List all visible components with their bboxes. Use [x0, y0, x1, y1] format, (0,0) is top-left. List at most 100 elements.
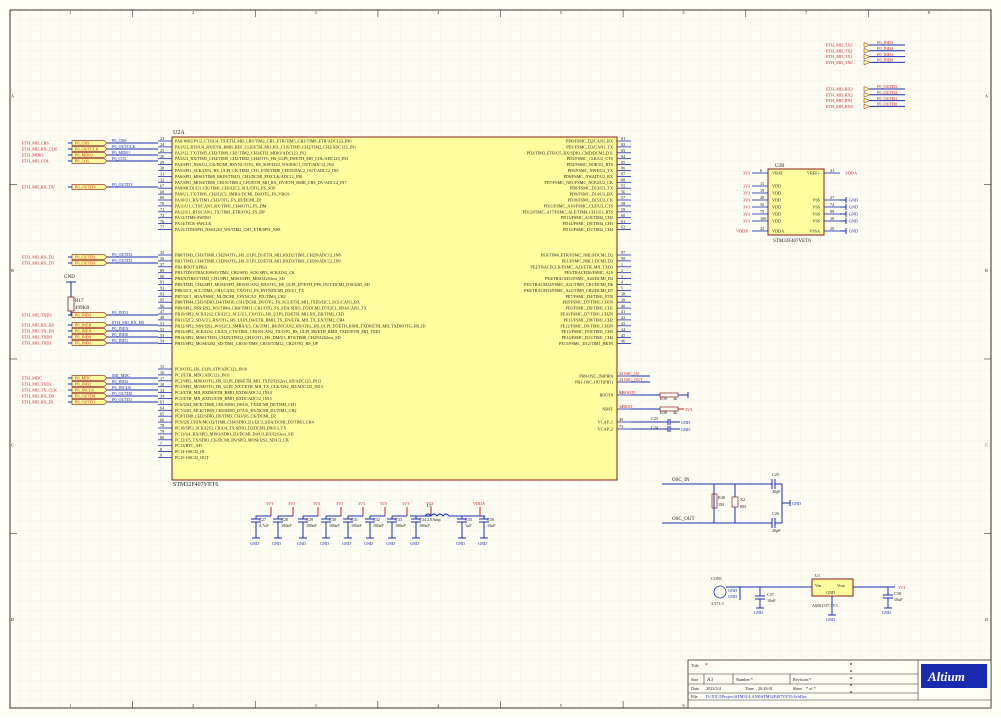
mcu-pin-label: PD1/FSMC_D3/CAN1_TX	[566, 144, 613, 149]
x2-value: 8M	[740, 504, 746, 509]
r40-value: 1M	[718, 502, 724, 507]
mcu-pin-number: 79	[160, 429, 164, 434]
mcu-pin-label: PD6/FSMC_NWAIT/U2_RX	[563, 174, 613, 179]
mcu-pin-label: PB14/SPI2_MISO/TIM1_CH2N/TIM12_CH1/OTG_H…	[175, 335, 341, 340]
c24-ref: C24	[651, 425, 659, 430]
eth-net-label: ETH_MII_TXD2	[22, 382, 52, 387]
mcu-pin-number: 7	[160, 441, 162, 446]
cap-gnd: GND	[456, 541, 465, 546]
mcu-pin-number: 85	[621, 160, 625, 165]
ruler-row-right: D	[985, 617, 988, 622]
ruler-col-top: 5	[560, 10, 562, 15]
ruler-col-bottom: 2	[192, 703, 194, 708]
eth-net-label: ETH_MDC	[22, 376, 42, 381]
mcu-pin-label: PC13/RTC_AF1	[175, 443, 203, 448]
ctrl-net-label: BOOT0	[622, 390, 636, 395]
mcu-u2a[interactable]: U2A STM32F407VET6 23 PA0-WKUP/U2_CTS/U4_T…	[158, 130, 662, 488]
c25-ref: C25	[772, 472, 779, 477]
mcu-pin-label: PD13/FSMC_A18/TIM4_CH2	[561, 215, 613, 220]
file-label: File	[691, 694, 698, 699]
u2b-rail-label: GND	[849, 229, 858, 234]
eth-net-label: ETH_MII_TXD3	[22, 313, 52, 318]
mcu-pin-label: PD3/FSMC_CLK/U2_CTS	[567, 156, 614, 161]
u1-gnd: GND	[826, 590, 835, 595]
mcu-pin-label: PC9/I2S_CKIN/MCO2/TIM8_CH4/SDIO_D1/I2C3_…	[175, 420, 315, 425]
wire-net-label: P0_IND1	[112, 338, 128, 343]
mcu-pin-label: PB7/I2C1_SDA/FSMC_NL/DCMI_VSYNC/U1_RX/TI…	[175, 294, 286, 299]
cap-rail: 3V3	[402, 501, 409, 506]
hier-port-label: P0_INCLK	[75, 388, 94, 393]
mcu-pin-number: 33	[160, 388, 164, 393]
mcu-pin-number: 83	[621, 148, 625, 153]
mcu-pin-label: PC10/SPI3_SCK/I2S3_CK/U4_TX/SDIO_D2/DCMI…	[175, 426, 286, 431]
cap-ref: C33	[395, 517, 402, 522]
mcu-pin-label: PE2/TRACECLK/FSMC_A23/ETH_MII_TXD3	[530, 264, 613, 269]
mcu-pin-label: PA3/U2_RX/TIM5_CH4/TIM9_CH2/TIM2_CH4/OTG…	[175, 156, 348, 161]
mcu-pin-label: PE9/FSMC_D6/TIM1_CH1	[566, 306, 613, 311]
mcu-pin-label: PB9/SPI2_NSS/I2S2_WS/TIM4_CH4/TIM11_CH1/…	[175, 306, 367, 311]
u2b-pin-number: 6	[760, 168, 762, 173]
mcu-pin-label: PC0/OTG_HS_ULPI_STP/ADC123_IN10	[175, 367, 247, 372]
gnd-top-label: GND	[64, 275, 75, 280]
mcu-pin-number: 59	[621, 207, 625, 212]
wire-net-label: P0_IND3	[112, 310, 128, 315]
mcu-pin-label: PD0/FSMC_D2/CAN1_RX	[566, 139, 613, 144]
mcu-pin-number: 86	[621, 166, 625, 171]
vcap-gnd-2: GND	[681, 427, 690, 432]
hier-port-label: P0_OUTCLK	[75, 147, 99, 152]
u2b-rail-label: GND	[849, 205, 858, 210]
mcu-pin-number: 98	[621, 256, 625, 261]
c37-gnd: GND	[754, 610, 763, 615]
cap-value: 100nF	[281, 523, 292, 528]
mcu-pin-label: PB6/I2C1_SCL/TIM4_CH1/CAN2_TX/OTG_FS_INT…	[175, 288, 304, 293]
mcu-pin-label: PD4/FSMC_NOE/U2_RTS	[567, 162, 614, 167]
mcu-pin-label: PC4/ETH_MII_RXD0/ETH_RMII_RXD0/ADC12_IN1…	[175, 390, 273, 395]
ruler-col-top: 7	[805, 10, 807, 15]
mcu-pin-number: 15	[160, 364, 164, 369]
ruler-row-left: B	[11, 268, 14, 273]
u1-vin: Vin	[815, 583, 822, 588]
cap-rail: 3V3	[288, 501, 295, 506]
mcu-pin-number: 18	[160, 382, 164, 387]
mcu-pin-label: PA6/SPI1_MISO/TIM8_BKIN/TIM13_CH1/DCMI_P…	[175, 174, 302, 179]
mcu-pin-label: PB15/SPI2_MOSI/I2S2_SD/TIM1_CH3N/TIM8_CH…	[175, 341, 319, 346]
u2b-pin-label: VDD	[772, 219, 781, 224]
file-value: D:\XX\3\Project\STM32-LAN8\STM32F407VET6…	[706, 694, 807, 699]
mcu-pin-number: 25	[160, 148, 164, 153]
cap-ref: C36	[487, 517, 494, 522]
mcu-pin-label: PA12/U1_RTS/CAN1_TX/TIM1_ETR/OTG_FS_DP	[175, 209, 265, 214]
port-net-label: P0_OUTD0	[877, 102, 897, 107]
hier-port-label: P0_OUTD1	[75, 400, 95, 405]
c38-ref: C38	[894, 591, 901, 596]
hier-port-label: P0_COL	[75, 159, 90, 164]
mcu-pin-label: PC12/U5_TX/SDIO_CK/DCMI_D9/SPI3_MOSI/I2S…	[175, 437, 289, 442]
cap-ref: C29	[306, 517, 313, 522]
mcu-pin-number: 70	[160, 201, 164, 206]
mcu-pin-label: PC11/U4_RX/SPI3_MISO/SDIO_D3/DCMI_D4/U3_…	[175, 431, 294, 436]
u2b-rail-label: GND	[849, 198, 858, 203]
u2b-rail-label: GND	[849, 212, 858, 217]
mcu-pin-number: 2	[621, 268, 623, 273]
altium-logo-text: Altium	[927, 669, 965, 684]
u1-part: AMS1117-3V3	[812, 603, 838, 608]
mcu-pin-number: 62	[621, 225, 625, 230]
mcu-pin-number: 36	[160, 256, 164, 261]
mcu-pin-label: PA13/JTMS-SWDIO	[175, 215, 211, 220]
u2b-rail-label: 3V3	[743, 198, 750, 203]
cap-rail: 3V3	[336, 501, 343, 506]
mcu-pin-label: PB12/SPI2_NSS/I2S2_WS/I2C2_SMBA/U3_CK/TI…	[175, 323, 426, 328]
u2b-rail-label: VDDA	[845, 171, 857, 176]
mcu-pin-label: PE11/FSMC_D8/TIM1_CH2	[564, 317, 613, 322]
u2b-pin-number: 27	[830, 195, 834, 200]
time-value: 20:26:01	[758, 686, 773, 691]
x2-ref: X2	[740, 497, 745, 502]
mcu-pin-label: PE6/TRACED3/FSMC_A22/TIM9_CH2/DCMI_D7	[524, 288, 613, 293]
hier-port-label: P0_OUTDV	[75, 185, 96, 190]
hier-port-label: P0_IND1	[75, 341, 91, 346]
mcu-pin-label: PC15-OSC32_OUT	[175, 455, 209, 460]
mcu-pin-label: PE8/FSMC_D5/TIM1_CH1N	[563, 300, 614, 305]
mcu-pin-label: BOOT0	[600, 393, 614, 398]
mcu-pin-label: VCAP_1	[598, 420, 613, 425]
mcu-pin-number: 47	[160, 309, 164, 314]
mcu-pin-number: 30	[160, 166, 164, 171]
